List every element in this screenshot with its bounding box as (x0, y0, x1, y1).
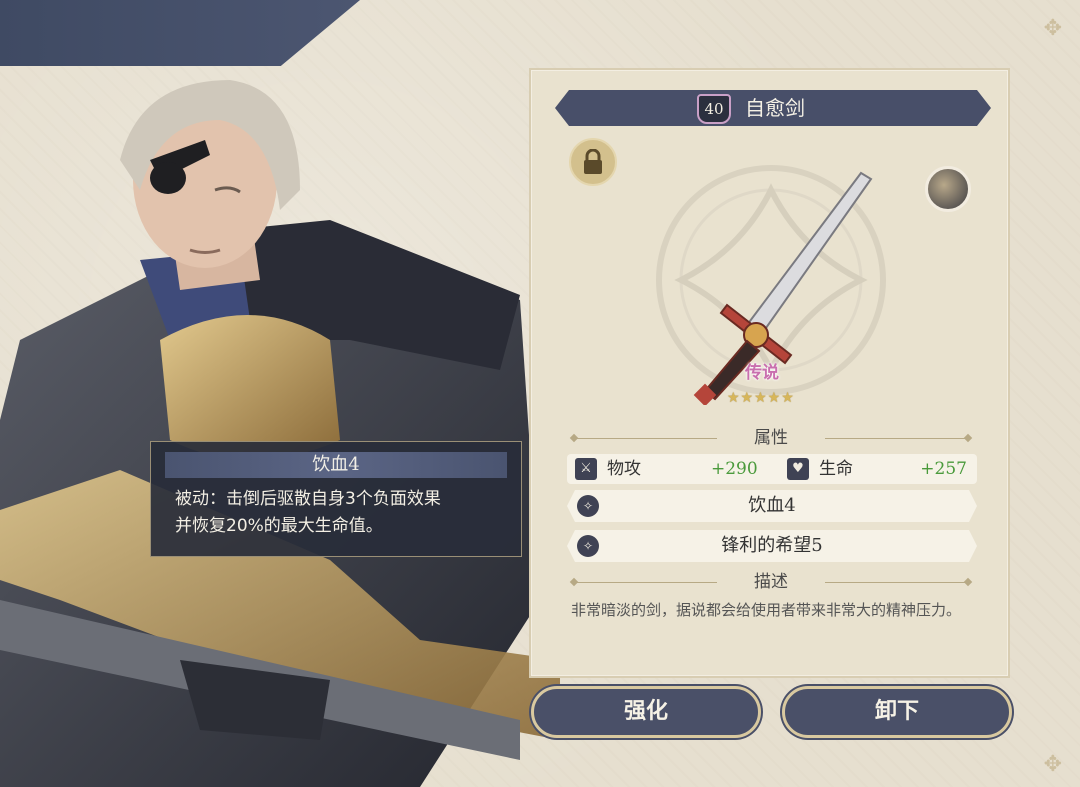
equipped-hero-avatar[interactable] (925, 166, 971, 212)
enhance-button[interactable]: 强化 (531, 686, 761, 738)
star-rating: ★★★★★ (727, 390, 795, 406)
heart-icon: ♥ (787, 458, 809, 480)
corner-ornament-icon: ✥ (1043, 752, 1062, 777)
stat-value: +290 (711, 459, 758, 479)
stat-label: 物攻 (607, 459, 641, 479)
item-name: 自愈剑 (745, 96, 805, 120)
skill-row[interactable]: ✧ 饮血4 (567, 490, 977, 522)
tooltip-line: 被动：击倒后驱散自身3个负面效果 (175, 489, 441, 509)
tooltip-title: 饮血4 (165, 452, 507, 478)
unequip-button[interactable]: 卸下 (782, 686, 1012, 738)
rarity-label: 传说 (745, 363, 779, 383)
skill-tooltip: 饮血4 被动：击倒后驱散自身3个负面效果 并恢复20%的最大生命值。 (150, 441, 522, 557)
stats-row: ⚔ 物攻 +290 ♥ 生命 +257 (567, 454, 977, 484)
level-badge: 40 (697, 94, 731, 124)
tooltip-body: 被动：击倒后驱散自身3个负面效果 并恢复20%的最大生命值。 (175, 486, 497, 540)
description-header: 描述 (569, 570, 973, 594)
corner-ornament-icon: ✥ (1043, 16, 1062, 41)
character-illustration (0, 80, 560, 787)
stat-label: 生命 (819, 459, 853, 479)
lock-icon (584, 149, 602, 174)
tooltip-line: 并恢复20%的最大生命值。 (175, 516, 383, 536)
sword-icon: ⚔ (575, 458, 597, 480)
skill-row[interactable]: ✧ 锋利的希望5 (567, 530, 977, 562)
description-text: 非常暗淡的剑，据说都会给使用者带来非常大的精神压力。 (571, 601, 962, 619)
lock-button[interactable] (569, 138, 617, 186)
skill-name: 锋利的希望5 (721, 535, 823, 556)
stat-value: +257 (920, 459, 967, 479)
equipment-detail-panel: 40 自愈剑 传说 ★★★★★ 属性 ⚔ 物攻 +290 ♥ 生命 +257 ✧ (529, 68, 1010, 678)
sword-image (693, 171, 873, 405)
attributes-header: 属性 (569, 426, 973, 450)
skill-name: 饮血4 (748, 495, 796, 516)
